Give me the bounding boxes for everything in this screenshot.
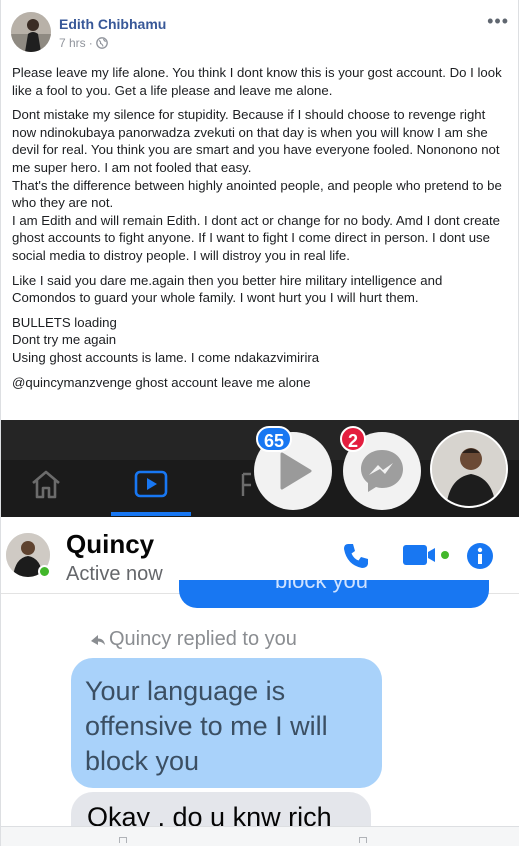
info-icon[interactable]	[465, 541, 495, 571]
meta-separator: ·	[88, 36, 93, 50]
home-icon[interactable]	[29, 468, 63, 500]
post-body: Please leave my life alone. You think I …	[12, 64, 508, 391]
messenger-count-badge: 2	[340, 426, 367, 452]
post-paragraph: That's the difference between highly ano…	[12, 177, 502, 211]
post-line: Using ghost accounts is lame. I come nda…	[12, 349, 320, 365]
previous-sent-bubble[interactable]: block you	[179, 580, 489, 608]
post-line: BULLETS loading	[12, 314, 117, 330]
post-paragraph: Dont mistake my silence for stupidity. B…	[12, 107, 500, 175]
reply-context-label: Quincy replied to you	[109, 628, 297, 650]
message-thread: block you Quincy replied to you Your lan…	[1, 580, 519, 846]
post-paragraph: Please leave my life alone. You think I …	[12, 65, 502, 98]
online-indicator	[38, 565, 51, 578]
post-meta: 7 hrs ·	[59, 36, 108, 50]
active-tab-indicator	[111, 512, 191, 516]
more-options-icon[interactable]: •••	[487, 12, 509, 30]
post-time[interactable]: 7 hrs	[59, 36, 86, 50]
contact-name[interactable]: Quincy	[66, 529, 154, 560]
contact-status: Active now	[66, 563, 163, 585]
video-call-icon[interactable]	[401, 543, 451, 567]
author-avatar[interactable]	[11, 12, 51, 52]
author-name[interactable]: Edith Chibhamu	[59, 16, 166, 32]
globe-icon[interactable]	[95, 37, 108, 49]
post-paragraph: Like I said you dare me.again then you b…	[12, 272, 443, 306]
attached-screenshot[interactable]: 65 2 Quincy Active now block you Quincy …	[1, 420, 519, 846]
post-footer-strip	[1, 826, 519, 846]
phone-icon[interactable]	[341, 541, 371, 571]
facebook-post: Edith Chibhamu 7 hrs · ••• Please leave …	[0, 0, 519, 846]
post-header: Edith Chibhamu 7 hrs · •••	[11, 12, 511, 54]
post-line: Dont try me again	[12, 332, 117, 348]
previous-bubble-text: block you	[275, 580, 368, 593]
post-paragraph: I am Edith and will remain Edith. I dont…	[12, 212, 500, 263]
quoted-message-bubble[interactable]: Your language is offensive to me I will …	[71, 658, 382, 788]
video-count-badge: 65	[256, 426, 293, 452]
video-icon[interactable]	[134, 470, 168, 498]
post-mention: @quincymanzvenge ghost account leave me …	[12, 374, 311, 390]
contact-chathead[interactable]	[430, 430, 508, 508]
marketplace-icon[interactable]	[239, 468, 255, 500]
app-nav-bar: 65 2	[1, 420, 519, 517]
